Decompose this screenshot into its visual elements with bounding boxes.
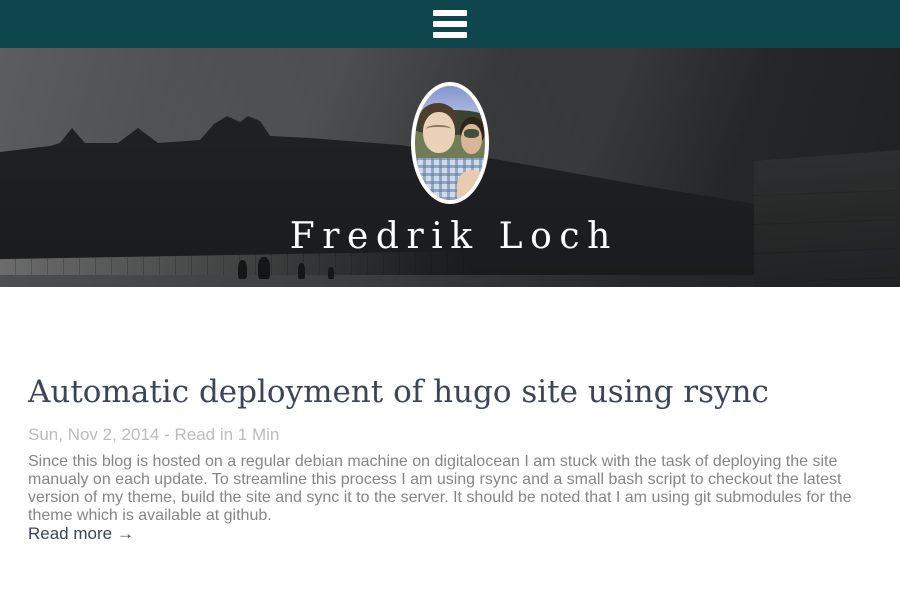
post-meta: Sun, Nov 2, 2014 - Read in 1 Min [28, 425, 872, 445]
hero-content: Fredrik Loch [0, 48, 900, 287]
post-summary: Automatic deployment of hugo site using … [28, 373, 872, 544]
hamburger-icon [433, 10, 467, 38]
post-title-link[interactable]: Automatic deployment of hugo site using … [28, 373, 838, 412]
avatar [411, 82, 489, 204]
top-nav-bar [0, 0, 900, 48]
hero-banner: Fredrik Loch [0, 48, 900, 287]
site-title[interactable]: Fredrik Loch [282, 216, 618, 257]
main-content: Automatic deployment of hugo site using … [0, 373, 900, 544]
hamburger-bar [433, 32, 467, 38]
hamburger-bar [433, 21, 467, 27]
read-more-link[interactable]: Read more → [28, 525, 134, 543]
hamburger-bar [433, 10, 467, 16]
post-excerpt: Since this blog is hosted on a regular d… [28, 453, 872, 525]
menu-button[interactable] [433, 10, 467, 38]
